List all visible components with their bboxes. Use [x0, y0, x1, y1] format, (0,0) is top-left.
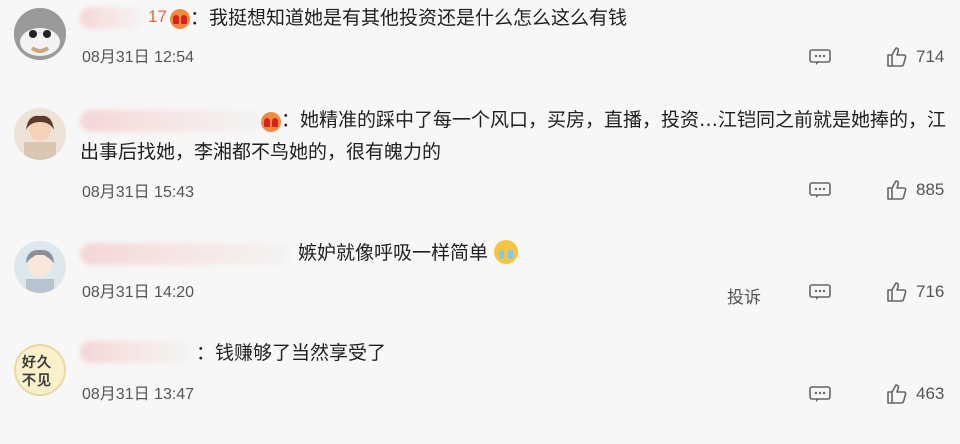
avatar[interactable]: 好久 不见 [14, 344, 66, 396]
avatar[interactable] [14, 108, 66, 160]
comment-icon[interactable] [809, 284, 831, 300]
vip-badge-icon [170, 9, 190, 29]
vip-badge-icon [261, 112, 281, 132]
comment-text-line-2: 出事后找她，李湘都不鸟她的，很有魄力的 [80, 141, 442, 163]
like-icon[interactable] [886, 281, 908, 303]
report-button[interactable]: 投诉 [727, 283, 761, 308]
comment-1: 17 ：我挺想知道她是有其他投资还是什么怎么这么有钱 08月31日 12:54 … [0, 0, 960, 92]
username-suffix[interactable]: 17 [148, 7, 167, 27]
avatar[interactable] [14, 241, 66, 293]
comment-text-line-1: ：她精准的踩中了每一个风口，买房，直播，投资…江铠同之前就是她捧的，江 [281, 109, 947, 131]
like-icon[interactable] [886, 383, 908, 405]
like-count: 885 [916, 180, 945, 199]
comment-3: 嫉妒就像呼吸一样简单 08月31日 14:20 投诉 716 [0, 230, 960, 330]
avatar-text-top: 好久 [22, 355, 52, 371]
comment-text: ：我挺想知道她是有其他投资还是什么怎么这么有钱 [190, 7, 628, 29]
username-redacted[interactable] [80, 341, 190, 363]
comment-text-content: 嫉妒就像呼吸一样简单 [298, 242, 489, 264]
username-redacted[interactable] [80, 243, 290, 265]
like-count: 714 [916, 47, 945, 66]
comment-icon[interactable] [809, 49, 831, 65]
username-redacted[interactable] [80, 110, 260, 132]
like-count: 716 [916, 282, 945, 301]
comment-text: 嫉妒就像呼吸一样简单 [298, 239, 519, 267]
comment-date: 08月31日 13:47 [82, 386, 195, 403]
comment-date: 08月31日 14:20 [82, 284, 195, 301]
like-count: 463 [916, 384, 945, 403]
username-redacted[interactable] [80, 7, 142, 29]
like-icon[interactable] [886, 179, 908, 201]
crying-emoji-icon [494, 239, 519, 264]
comment-icon[interactable] [809, 386, 831, 402]
comment-4: 好久 不见 ：钱赚够了当然享受了 08月31日 13:47 463 [0, 330, 960, 444]
comment-2: ：她精准的踩中了每一个风口，买房，直播，投资…江铠同之前就是她捧的，江 出事后找… [0, 96, 960, 230]
like-icon[interactable] [886, 46, 908, 68]
comment-date: 08月31日 12:54 [82, 49, 195, 66]
avatar-text-bottom: 不见 [22, 373, 52, 389]
comment-text: ：钱赚够了当然享受了 [196, 342, 387, 364]
comment-icon[interactable] [809, 182, 831, 198]
avatar[interactable] [14, 8, 66, 60]
comment-date: 08月31日 15:43 [82, 184, 195, 201]
